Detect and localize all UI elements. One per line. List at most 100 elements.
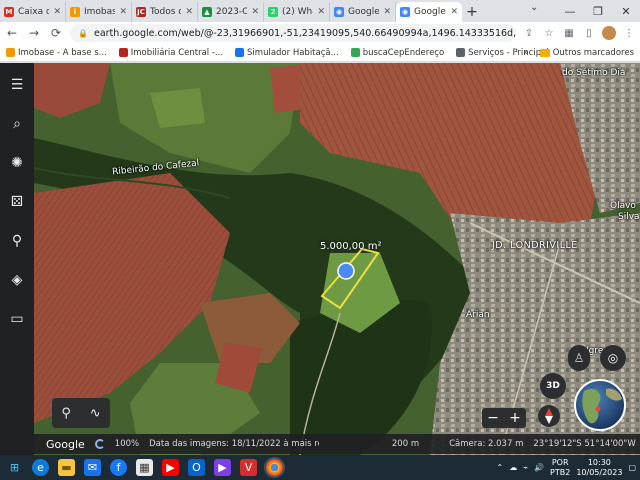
bookmark-label: Imobiliária Central -... — [130, 47, 224, 58]
tab-title: (2) Wha — [282, 7, 313, 17]
map-label-silva: Silva — [618, 212, 640, 222]
earth-status-bar: Google 100% Data das imagens: 18/11/2022… — [34, 434, 640, 454]
placemark-icon[interactable]: ⚲ — [61, 406, 71, 421]
cloud-icon[interactable]: ☁ — [509, 463, 517, 472]
bookmark-favicon-icon — [456, 48, 466, 57]
bookmark-item[interactable]: buscaCepEndereço — [350, 48, 444, 58]
browser-tab[interactable]: JC Todos o ✕ — [132, 2, 198, 22]
bookmarks-more-button[interactable]: » — [524, 48, 529, 58]
close-window-button[interactable]: ✕ — [612, 0, 640, 22]
toggle-3d-button[interactable]: 3D — [540, 373, 566, 399]
tab-title: Google — [348, 7, 380, 17]
globe-minimap[interactable] — [574, 379, 626, 431]
imagery-date[interactable]: Data das imagens: 18/11/2022 à mais re..… — [149, 439, 319, 449]
pegman-icon[interactable]: ♙ — [568, 345, 590, 371]
tab-title: Imobas — [84, 7, 116, 17]
other-bookmarks-folder[interactable]: Outros marcadores — [553, 48, 634, 58]
zoom-out-button[interactable]: − — [487, 410, 499, 426]
imobiliaria-central-icon: JC — [136, 7, 146, 17]
mail-icon[interactable]: ✉ — [84, 459, 101, 476]
close-tab-icon[interactable]: ✕ — [450, 7, 458, 17]
browser-tab[interactable]: ◉ Google ✕ — [396, 2, 462, 22]
app-v-icon[interactable]: V — [240, 459, 257, 476]
tab-title: Todos o — [150, 7, 182, 17]
google-earth-icon: ◉ — [400, 7, 410, 17]
map-style-icon[interactable]: ◈ — [7, 270, 27, 290]
browser-tab[interactable]: i Imobas ✕ — [66, 2, 132, 22]
clock[interactable]: 10:30 10/05/2023 — [576, 458, 622, 478]
file-explorer-icon[interactable]: ▬ — [58, 459, 75, 476]
bookmark-list: Imobase - A base s... Imobiliária Central… — [6, 48, 549, 58]
compass-icon[interactable] — [538, 405, 560, 427]
close-tab-icon[interactable]: ✕ — [317, 7, 325, 17]
forward-button[interactable]: → — [26, 25, 42, 41]
facebook-icon[interactable]: f — [110, 459, 127, 476]
bookmarks-overflow: » Outros marcadores — [524, 44, 635, 62]
tab-title: Caixa d — [18, 7, 50, 17]
close-tab-icon[interactable]: ✕ — [53, 7, 61, 17]
reload-button[interactable]: ⟳ — [48, 25, 64, 41]
bookmark-item[interactable]: Imobase - A base s... — [6, 48, 107, 58]
projects-icon[interactable]: ⚲ — [7, 231, 27, 251]
folder-icon — [539, 49, 550, 57]
close-tab-icon[interactable]: ✕ — [185, 7, 193, 17]
extensions-icon[interactable]: ▦ — [562, 26, 576, 40]
address-bar[interactable]: 🔒 earth.google.com/web/@-23,31966901,-51… — [70, 24, 516, 42]
feeling-lucky-icon[interactable]: ⚄ — [7, 192, 27, 212]
restore-button[interactable]: ❐ — [584, 0, 612, 22]
side-panel-icon[interactable]: ▯ — [582, 26, 596, 40]
back-button[interactable]: ← — [4, 25, 20, 41]
browser-tab[interactable]: M Caixa d ✕ — [0, 2, 66, 22]
minimize-button[interactable]: — — [556, 0, 584, 22]
bookmark-favicon-icon — [350, 48, 360, 57]
close-tab-icon[interactable]: ✕ — [119, 7, 127, 17]
browser-menu-icon[interactable]: ⋮ — [622, 26, 636, 40]
network-icon[interactable]: ⌁ — [523, 463, 528, 472]
menu-icon[interactable]: ☰ — [7, 75, 27, 95]
google-drive-icon: ▲ — [202, 7, 212, 17]
notifications-icon[interactable]: ▢ — [628, 463, 636, 472]
earth-map-view[interactable]: 5.000,00 m² Ribeirão do Cafezal JD. LOND… — [0, 63, 640, 455]
scale-label: 200 m — [391, 439, 420, 449]
voyager-icon[interactable]: ✺ — [7, 153, 27, 173]
bookmark-favicon-icon — [6, 48, 15, 57]
bookmark-item[interactable]: Simulador Habitaçã... — [235, 48, 339, 58]
store-icon[interactable]: ▦ — [136, 459, 153, 476]
loading-spinner-icon — [94, 439, 105, 449]
close-tab-icon[interactable]: ✕ — [383, 7, 391, 17]
tab-list: M Caixa d ✕ i Imobas ✕ JC Todos o ✕ ▲ 2023-C ✕ 2 (2) … — [0, 2, 462, 22]
measure-icon[interactable]: ▭ — [7, 309, 27, 329]
profile-avatar[interactable] — [602, 26, 616, 40]
browser-tab[interactable]: ◉ Google ✕ — [330, 2, 396, 22]
tray-overflow-icon[interactable]: ⌃ — [497, 463, 504, 472]
path-icon[interactable]: ∿ — [90, 406, 101, 421]
new-tab-button[interactable]: + — [462, 2, 482, 22]
tab-title: 2023-C — [216, 7, 248, 17]
google-earth-icon: ◉ — [334, 7, 344, 17]
youtube-icon[interactable]: ▶ — [162, 459, 179, 476]
window-controls: — ❐ ✕ — [556, 0, 640, 22]
close-tab-icon[interactable]: ✕ — [251, 7, 259, 17]
zoom-in-button[interactable]: + — [509, 410, 521, 426]
tab-search-button[interactable]: ⌄ — [530, 2, 538, 13]
clock-date: 10/05/2023 — [576, 467, 623, 477]
scale-bar: 200 m — [359, 439, 419, 449]
share-icon[interactable]: ⇪ — [522, 26, 536, 40]
volume-icon[interactable]: 🔊 — [534, 463, 544, 472]
browser-tab[interactable]: 2 (2) Wha ✕ — [264, 2, 330, 22]
chrome-icon[interactable] — [264, 457, 285, 478]
browser-tab[interactable]: ▲ 2023-C ✕ — [198, 2, 264, 22]
input-language[interactable]: POR PTB2 — [550, 458, 570, 478]
bookmark-item[interactable]: Imobiliária Central -... — [118, 47, 224, 58]
windows-start-icon[interactable]: ⊞ — [6, 459, 23, 476]
edge-icon[interactable]: e — [32, 459, 49, 476]
map-label-neighborhood: JD. LONDRIVILLE — [492, 240, 578, 251]
bookmark-star-icon[interactable]: ☆ — [542, 26, 556, 40]
my-location-icon[interactable]: ◎ — [600, 345, 626, 371]
media-player-icon[interactable]: ▶ — [214, 459, 231, 476]
lock-icon: 🔒 — [78, 28, 88, 38]
outlook-icon[interactable]: O — [188, 459, 205, 476]
location-marker-icon[interactable] — [337, 262, 355, 280]
browser-toolbar: ← → ⟳ 🔒 earth.google.com/web/@-23,319669… — [0, 22, 640, 44]
search-icon[interactable]: ⌕ — [7, 114, 27, 134]
